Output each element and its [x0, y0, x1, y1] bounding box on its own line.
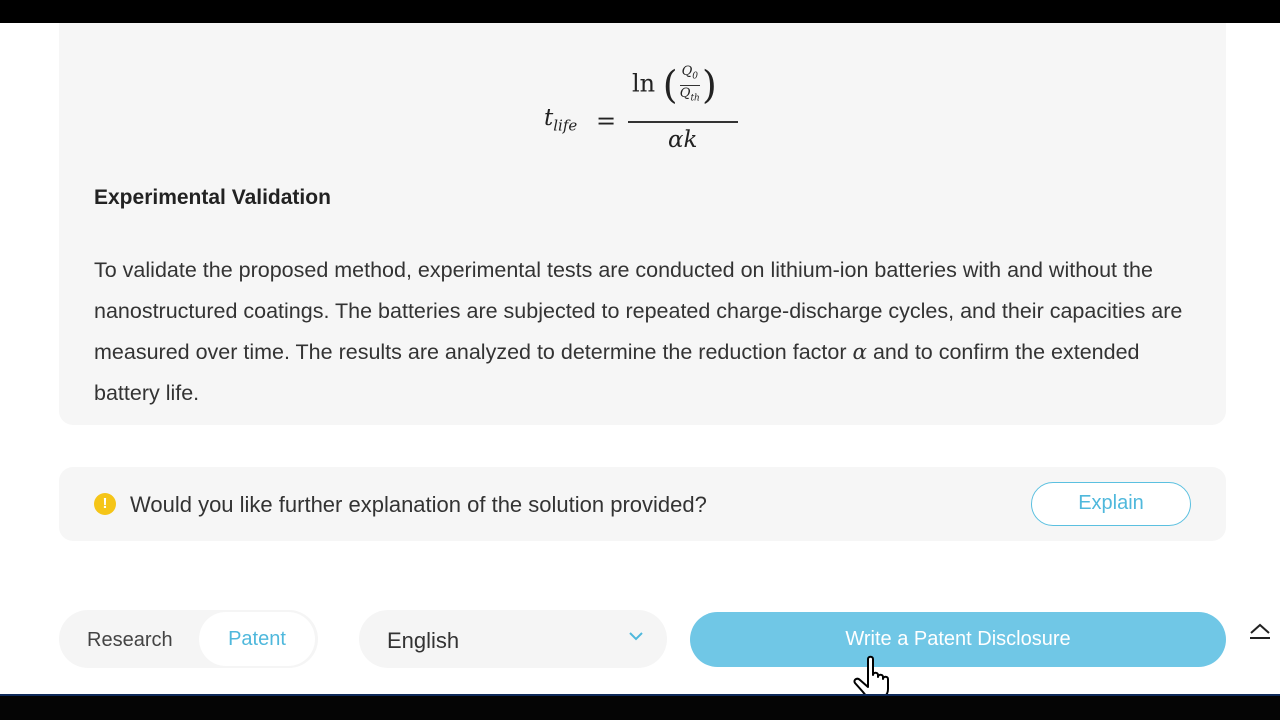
formula-equals: = [596, 107, 617, 135]
language-value: English [387, 628, 460, 653]
hand-cursor-icon [853, 655, 889, 694]
taskbar-edge [0, 694, 1280, 696]
section-body: To validate the proposed method, experim… [94, 258, 1183, 405]
section-heading: Experimental Validation [94, 186, 331, 209]
explain-button[interactable]: Explain [1031, 482, 1191, 526]
write-patent-disclosure-button[interactable]: Write a Patent Disclosure [690, 612, 1226, 667]
mode-research-tab[interactable]: Research [87, 629, 173, 652]
prompt-text: Would you like further explanation of th… [130, 492, 707, 517]
fraction-bar [628, 121, 738, 123]
chevron-up-icon[interactable] [1248, 621, 1272, 643]
alpha-symbol: α [852, 340, 867, 365]
info-icon: ! [94, 493, 116, 515]
formula-numerator: ln (Q0 Qth) [632, 63, 717, 107]
formula-denominator: αk [668, 127, 698, 153]
taskbar [0, 694, 1280, 720]
formula-lhs: tlife [544, 105, 578, 135]
battery-life-formula: tlife = ln (Q0 Qth) αk [540, 45, 760, 155]
chevron-down-icon[interactable] [627, 629, 645, 643]
chat-viewport: tlife = ln (Q0 Qth) αk Experimental Valid… [0, 23, 1280, 694]
mode-patent-tab[interactable]: Patent [199, 612, 315, 666]
